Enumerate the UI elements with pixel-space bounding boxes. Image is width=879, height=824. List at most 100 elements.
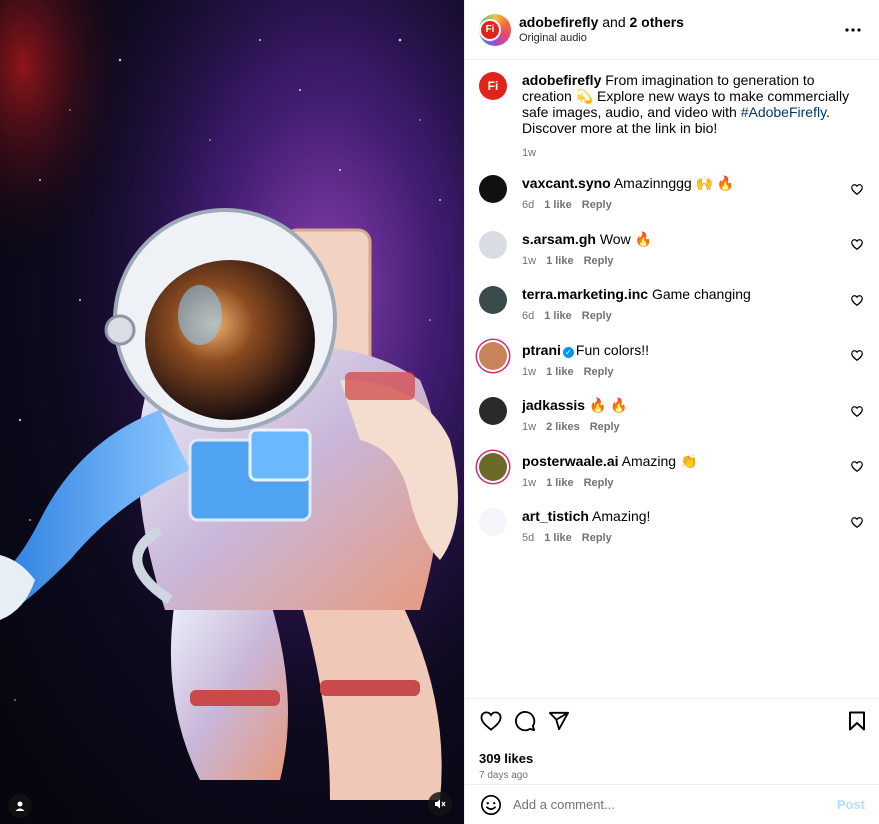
heart-icon — [480, 711, 502, 731]
commenter-avatar[interactable] — [479, 341, 507, 370]
comment-body: vaxcant.syno Amazinnggg 🙌 🔥 6d 1 like Reply — [522, 175, 849, 213]
post-media[interactable] — [0, 0, 464, 824]
comment-time[interactable]: 6d — [522, 310, 534, 322]
comment-likes[interactable]: 1 like — [544, 199, 572, 211]
comment-like-button[interactable] — [849, 237, 865, 253]
paper-plane-icon — [549, 711, 569, 731]
save-button[interactable] — [845, 709, 869, 733]
reply-button[interactable]: Reply — [582, 310, 612, 322]
comment-likes[interactable]: 1 like — [546, 255, 574, 267]
share-button[interactable] — [547, 709, 571, 733]
likes-count[interactable]: 309 likes — [479, 751, 869, 766]
reply-button[interactable]: Reply — [582, 532, 612, 544]
commenter-username[interactable]: s.arsam.gh — [522, 231, 596, 247]
post-modal: Fi adobefirefly and 2 others Original au… — [0, 0, 879, 824]
heart-icon — [851, 516, 863, 528]
comment-meta: 6d 1 like Reply — [522, 308, 849, 324]
header-text: adobefirefly and 2 others Original audio — [519, 14, 684, 46]
comment-item: vaxcant.syno Amazinnggg 🙌 🔥 6d 1 like Reply — [479, 175, 865, 231]
comment-item: art_tistich Amazing! 5d 1 like Reply — [479, 508, 865, 564]
comment-likes[interactable]: 2 likes — [546, 421, 580, 433]
comment-likes[interactable]: 1 like — [546, 366, 574, 378]
post-caption: Fi adobefirefly From imagination to gene… — [479, 60, 865, 175]
comment-body: posterwaale.ai Amazing 👏 1w 1 like Reply — [522, 453, 849, 491]
comment-line: s.arsam.gh Wow 🔥 — [522, 231, 849, 247]
user-tag-icon — [15, 801, 25, 811]
caption-avatar[interactable]: Fi — [479, 72, 507, 100]
comment-likes[interactable]: 1 like — [544, 310, 572, 322]
commenter-username[interactable]: posterwaale.ai — [522, 453, 619, 469]
post-comment-button[interactable]: Post — [837, 797, 865, 812]
commenter-avatar[interactable] — [479, 397, 507, 425]
commenter-username[interactable]: terra.marketing.inc — [522, 286, 648, 302]
coauthors-link[interactable]: 2 others — [630, 14, 684, 30]
comment-like-button[interactable] — [849, 403, 865, 419]
comments-list[interactable]: Fi adobefirefly From imagination to gene… — [465, 60, 879, 699]
avatar-initials: Fi — [479, 18, 501, 41]
comment-text: Fun colors!! — [575, 341, 650, 358]
verified-badge-icon: ✓ — [562, 346, 574, 358]
comment-likes[interactable]: 1 like — [544, 532, 572, 544]
comment-input[interactable] — [513, 797, 829, 812]
like-button[interactable] — [479, 709, 503, 733]
reply-button[interactable]: Reply — [584, 366, 614, 378]
comment-time[interactable]: 1w — [522, 366, 536, 378]
post-header: Fi adobefirefly and 2 others Original au… — [465, 0, 879, 60]
comment-item: s.arsam.gh Wow 🔥 1w 1 like Reply — [479, 230, 865, 287]
reply-button[interactable]: Reply — [584, 255, 614, 267]
smiley-icon — [481, 794, 501, 815]
action-row — [479, 709, 869, 733]
comment-button[interactable] — [513, 709, 537, 733]
commenter-avatar[interactable] — [479, 230, 507, 259]
reply-button[interactable]: Reply — [590, 421, 620, 433]
commenter-username[interactable]: ptrani — [522, 342, 561, 358]
comment-meta: 1w 1 like Reply — [522, 364, 849, 380]
post-actions: 309 likes 7 days ago — [465, 698, 879, 781]
reply-button[interactable]: Reply — [584, 477, 614, 489]
commenter-username[interactable]: art_tistich — [522, 508, 589, 524]
reply-button[interactable]: Reply — [582, 199, 612, 211]
more-options-button[interactable] — [841, 18, 865, 42]
post-time[interactable]: 7 days ago — [479, 770, 869, 781]
comment-time[interactable]: 1w — [522, 477, 536, 489]
comment-like-button[interactable] — [849, 348, 865, 364]
caption-hashtag[interactable]: #AdobeFirefly — [741, 104, 826, 120]
comment-text: Wow 🔥 — [599, 230, 653, 247]
heart-icon — [851, 461, 863, 472]
comment-line: art_tistich Amazing! — [522, 508, 849, 524]
commenter-avatar[interactable] — [479, 508, 507, 536]
commenter-avatar[interactable] — [479, 286, 507, 314]
tagged-users-button[interactable] — [8, 794, 32, 818]
comment-text: 🔥 🔥 — [588, 397, 628, 413]
audio-link[interactable]: Original audio — [519, 30, 684, 46]
commenter-username[interactable]: vaxcant.syno — [522, 175, 611, 191]
caption-username[interactable]: adobefirefly — [522, 72, 601, 88]
comment-body: terra.marketing.inc Game changing 6d 1 lik… — [522, 286, 849, 324]
caption-time[interactable]: 1w — [522, 147, 536, 159]
commenter-username[interactable]: jadkassis — [522, 397, 585, 413]
comment-meta: 6d 1 like Reply — [522, 197, 849, 213]
comment-body: art_tistich Amazing! 5d 1 like Reply — [522, 508, 849, 546]
comment-like-button[interactable] — [849, 292, 865, 308]
comment-meta: 5d 1 like Reply — [522, 530, 849, 546]
emoji-picker-button[interactable] — [479, 793, 503, 817]
comment-time[interactable]: 1w — [522, 421, 536, 433]
comment-like-button[interactable] — [849, 181, 865, 197]
comment-like-button[interactable] — [849, 514, 865, 530]
comment-time[interactable]: 1w — [522, 255, 536, 267]
comment-meta: 1w 2 likes Reply — [522, 419, 849, 435]
comment-item: ptrani ✓ Fun colors!! 1w 1 like Reply — [479, 341, 865, 398]
commenter-avatar[interactable] — [479, 452, 507, 481]
author-username[interactable]: adobefirefly — [519, 14, 598, 30]
author-avatar[interactable]: Fi — [479, 13, 511, 46]
comment-time[interactable]: 5d — [522, 532, 534, 544]
comment-likes[interactable]: 1 like — [546, 477, 574, 489]
mute-toggle-button[interactable] — [428, 792, 452, 816]
bookmark-icon — [849, 711, 865, 731]
comment-body: ptrani ✓ Fun colors!! 1w 1 like Reply — [522, 342, 849, 380]
author-line: adobefirefly and 2 others — [519, 14, 684, 30]
astronaut-illustration — [0, 208, 458, 800]
comment-like-button[interactable] — [849, 459, 865, 475]
comment-time[interactable]: 6d — [522, 199, 534, 211]
commenter-avatar[interactable] — [479, 175, 507, 203]
